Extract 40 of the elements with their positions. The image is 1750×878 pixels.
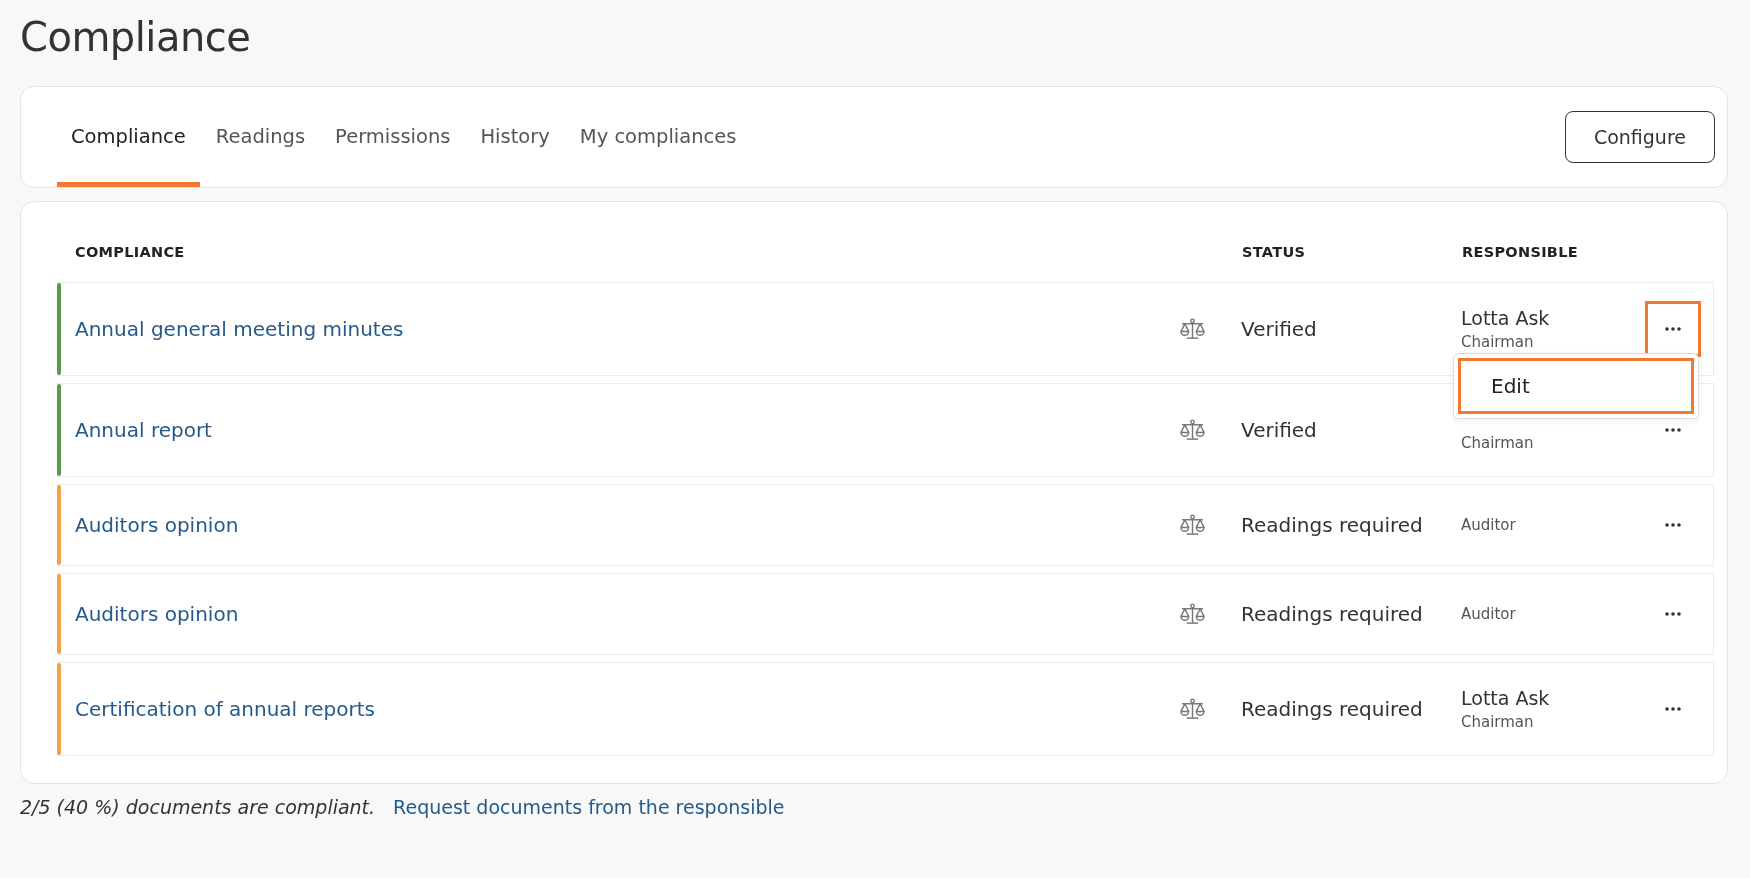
column-header: COMPLIANCE bbox=[74, 244, 186, 260]
menu-item[interactable]: Edit bbox=[1458, 358, 1694, 414]
tab[interactable]: Readings bbox=[201, 87, 320, 187]
person-role: Auditor bbox=[1461, 515, 1517, 536]
configure-button[interactable]: Configure bbox=[1564, 111, 1715, 163]
compliance-link[interactable]: Auditors opinion bbox=[75, 602, 239, 626]
tab[interactable]: Permissions bbox=[321, 87, 465, 187]
scale-icon bbox=[1179, 513, 1206, 537]
compliance-link[interactable]: Annual general meeting minutes bbox=[75, 317, 404, 341]
status-text: Verified bbox=[1241, 418, 1317, 442]
person-name: Lotta Ask bbox=[1461, 306, 1551, 331]
column-header: STATUS bbox=[1242, 244, 1307, 260]
person-role: Auditor bbox=[1461, 604, 1517, 625]
status-text: Verified bbox=[1241, 317, 1317, 341]
status-text: Readings required bbox=[1241, 697, 1423, 721]
person-role: Chairman bbox=[1461, 433, 1535, 454]
compliance-link[interactable]: Certification of annual reports bbox=[75, 697, 375, 721]
status-text: Readings required bbox=[1241, 602, 1423, 626]
tab[interactable]: My compliances bbox=[565, 87, 751, 187]
tab[interactable]: Compliance bbox=[57, 87, 200, 187]
scale-icon bbox=[1179, 317, 1206, 341]
summary-text: 2/5 (40 %) documents are compliant. bbox=[20, 796, 376, 818]
scale-icon bbox=[1179, 602, 1206, 626]
person-role: Chairman bbox=[1461, 332, 1535, 353]
person-name: Lotta Ask bbox=[1461, 686, 1551, 711]
page-title: Compliance bbox=[20, 14, 252, 60]
more-icon bbox=[1665, 327, 1681, 331]
scale-icon bbox=[1179, 697, 1206, 721]
status-text: Readings required bbox=[1241, 513, 1423, 537]
compliance-link[interactable]: Auditors opinion bbox=[75, 513, 239, 537]
more-icon bbox=[1665, 523, 1681, 527]
scale-icon bbox=[1179, 418, 1206, 442]
compliance-link[interactable]: Annual report bbox=[75, 418, 212, 442]
request-link[interactable]: Request documents from the responsible bbox=[393, 796, 785, 818]
person-role: Chairman bbox=[1461, 712, 1535, 733]
column-header: RESPONSIBLE bbox=[1462, 244, 1579, 260]
more-icon bbox=[1665, 707, 1681, 711]
more-icon bbox=[1665, 612, 1681, 616]
more-icon bbox=[1665, 428, 1681, 432]
tab[interactable]: History bbox=[466, 87, 564, 187]
